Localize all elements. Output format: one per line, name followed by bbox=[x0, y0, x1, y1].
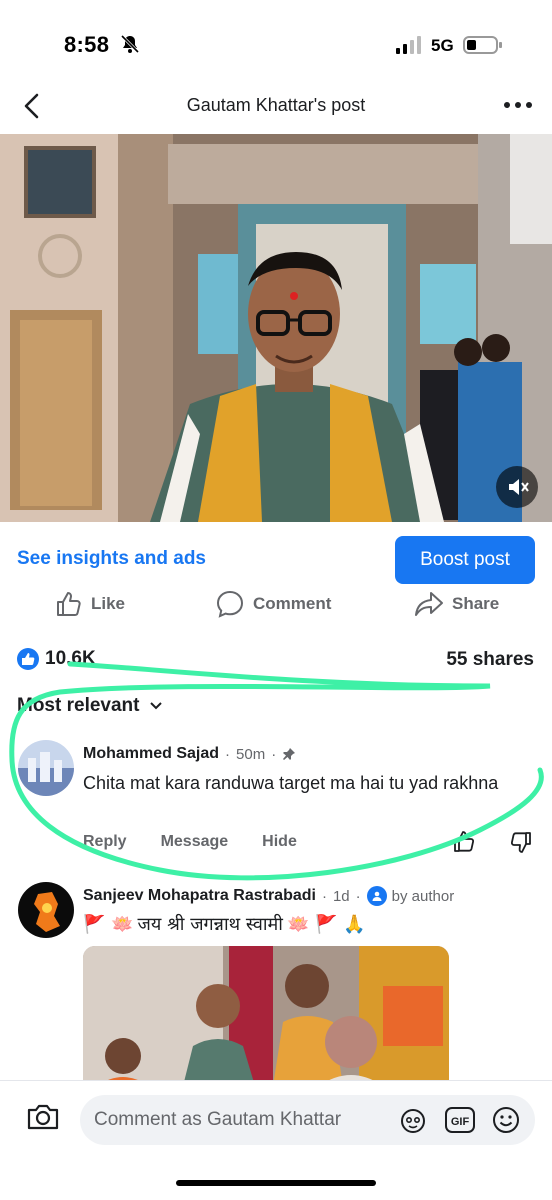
comment-text-body: जय श्री जगन्नाथ स्वामी bbox=[137, 914, 283, 935]
post-video[interactable] bbox=[0, 134, 552, 522]
comment-time: 1d bbox=[332, 887, 350, 905]
gif-icon[interactable]: GIF bbox=[444, 1105, 476, 1135]
like-label: Like bbox=[91, 594, 126, 613]
comment-text: 🚩 🪷 जय श्री जगन्नाथ स्वामी 🪷 🚩 🙏 bbox=[83, 912, 366, 936]
upvote-icon[interactable] bbox=[453, 830, 477, 854]
like-reaction-icon bbox=[17, 648, 39, 670]
comment-button[interactable]: Comment bbox=[215, 588, 331, 620]
comment-header: Mohammed Sajad · 50m · bbox=[83, 745, 296, 763]
downvote-icon[interactable] bbox=[508, 830, 532, 854]
share-arrow-icon bbox=[415, 592, 443, 616]
author-badge: by author bbox=[366, 886, 455, 906]
page-title: Gautam Khattar's post bbox=[186, 95, 366, 115]
battery-icon bbox=[463, 36, 502, 54]
comment-separator: · bbox=[225, 745, 231, 763]
sort-label: Most relevant bbox=[17, 695, 140, 716]
comment-separator: · bbox=[321, 887, 327, 905]
mute-button[interactable] bbox=[496, 466, 538, 508]
insights-link[interactable]: See insights and ads bbox=[17, 548, 206, 570]
avatar-sticker-icon[interactable] bbox=[398, 1106, 428, 1136]
comment-author[interactable]: Sanjeev Mohapatra Rastrabadi bbox=[83, 887, 316, 905]
comment-label: Comment bbox=[253, 594, 332, 613]
reaction-count[interactable]: 10.6K bbox=[17, 648, 96, 670]
thumbs-up-icon bbox=[57, 592, 81, 616]
comment-text: Chita mat kara randuwa target ma hai tu … bbox=[83, 773, 499, 793]
author-badge-label: by author bbox=[391, 887, 455, 905]
network-label: 5G bbox=[431, 36, 454, 55]
video-frame-image bbox=[0, 134, 552, 522]
chevron-down-icon bbox=[150, 702, 163, 710]
emoji-icon[interactable] bbox=[491, 1105, 521, 1135]
gif-label: GIF bbox=[451, 1116, 470, 1128]
emoji-suffix: 🪷 🚩 🙏 bbox=[286, 913, 366, 935]
post-header: Gautam Khattar's post bbox=[0, 82, 552, 130]
message-button[interactable]: Message bbox=[161, 833, 229, 851]
boost-post-button[interactable]: Boost post bbox=[395, 536, 535, 584]
status-bar: 8:58 5G bbox=[0, 0, 552, 88]
pin-icon bbox=[283, 748, 296, 760]
signal-icon bbox=[396, 36, 421, 54]
hide-button[interactable]: Hide bbox=[262, 833, 297, 851]
comment-sort-dropdown[interactable]: Most relevant bbox=[17, 695, 163, 717]
more-options-icon[interactable] bbox=[502, 100, 534, 110]
speaker-muted-icon bbox=[509, 479, 529, 495]
reaction-count-value: 10.6K bbox=[45, 648, 96, 669]
comment-separator: · bbox=[271, 745, 277, 763]
comment-header: Sanjeev Mohapatra Rastrabadi · 1d · by a… bbox=[83, 886, 454, 906]
share-label: Share bbox=[452, 594, 500, 613]
avatar[interactable] bbox=[18, 882, 74, 938]
home-indicator bbox=[176, 1180, 376, 1186]
comment-actions: Reply Message Hide bbox=[83, 833, 331, 851]
comment-photo[interactable] bbox=[83, 946, 449, 1086]
share-button[interactable]: Share bbox=[414, 588, 499, 620]
bell-off-icon bbox=[120, 34, 140, 54]
comment-time: 50m bbox=[236, 745, 266, 763]
like-button[interactable]: Like bbox=[55, 588, 125, 620]
shares-count[interactable]: 55 shares bbox=[446, 649, 534, 671]
camera-icon[interactable] bbox=[26, 1103, 60, 1131]
comment-separator: · bbox=[355, 887, 361, 905]
emoji-prefix: 🚩 🪷 bbox=[83, 913, 134, 935]
author-badge-icon bbox=[366, 886, 387, 906]
speech-bubble-icon bbox=[216, 590, 244, 618]
status-time: 8:58 bbox=[64, 32, 110, 57]
reply-button[interactable]: Reply bbox=[83, 833, 127, 851]
avatar[interactable] bbox=[18, 740, 74, 796]
comment-author[interactable]: Mohammed Sajad bbox=[83, 745, 219, 763]
